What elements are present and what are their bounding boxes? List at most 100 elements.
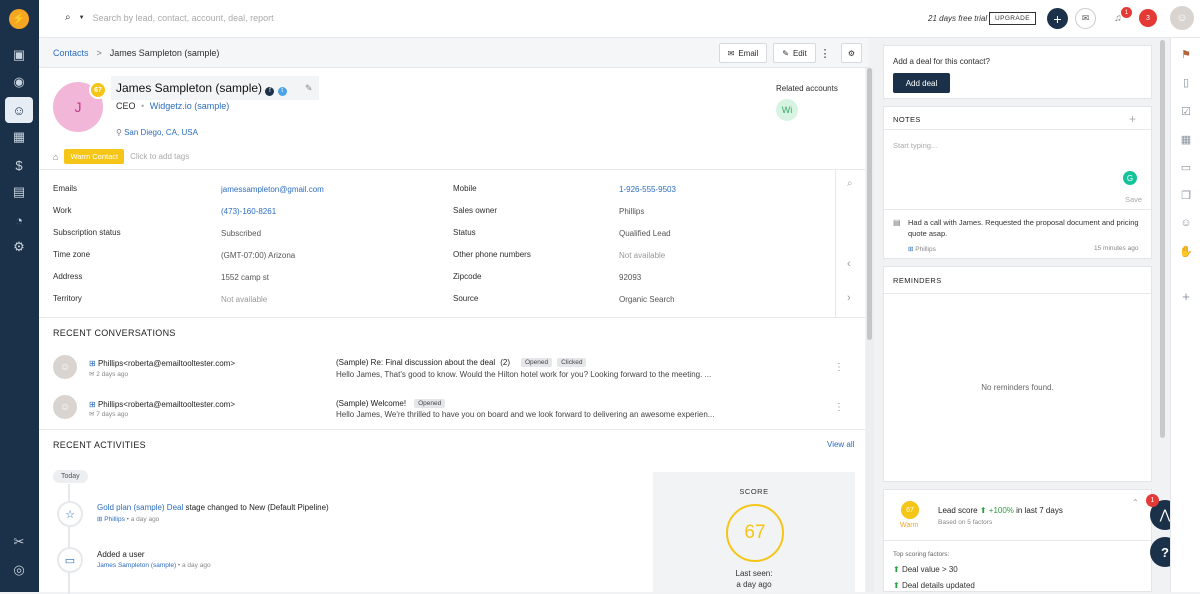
activity-item: Gold plan (sample) Deal stage changed to…	[97, 503, 329, 512]
accounts-icon[interactable]: ▦	[5, 124, 33, 150]
search-input[interactable]: Search by lead, contact, account, deal, …	[93, 13, 274, 23]
other-phone-value[interactable]: Not available	[619, 251, 665, 260]
trial-text: 21 days free trial	[928, 14, 988, 23]
search-fields-icon[interactable]: ⌕	[847, 178, 853, 189]
mail-icon: ✉	[89, 411, 95, 418]
mobile-value[interactable]: 1-926-555-9503	[619, 185, 676, 194]
chevron-right-icon[interactable]: ›	[847, 292, 851, 304]
user-icon: ⊞	[89, 359, 96, 368]
plus-icon[interactable]: +	[1047, 8, 1068, 29]
arrow-up-icon: ⬆	[893, 565, 900, 574]
main-scrollbar[interactable]	[866, 68, 874, 592]
arrow-up-icon: ⬆	[979, 506, 987, 515]
grammarly-icon[interactable]: G	[1123, 171, 1137, 185]
add-deal-panel: Add a deal for this contact? Add deal	[883, 45, 1152, 99]
note-text[interactable]: Had a call with James. Requested the pro…	[908, 217, 1142, 239]
zipcode-value[interactable]: 92093	[619, 273, 641, 282]
alerts-badge[interactable]: 3	[1139, 9, 1157, 27]
company-link[interactable]: Widgetz.io (sample)	[150, 101, 230, 111]
email-value[interactable]: jamessampleton@gmail.com	[221, 185, 324, 194]
hand-icon[interactable]: ✋	[1178, 243, 1194, 259]
lead-score-badge: 67	[901, 501, 919, 519]
document-icon[interactable]: ▯	[1178, 74, 1194, 90]
tags-row: ⌂ Warm Contact Click to add tags	[53, 149, 189, 164]
last-seen-value: a day ago	[736, 580, 772, 589]
facebook-icon[interactable]: f	[265, 87, 275, 96]
contact-subtitle: CEO • Widgetz.io (sample)	[116, 101, 230, 111]
mail-icon[interactable]: ✉	[1075, 8, 1096, 29]
right-icon-column: ⚑ ▯ ☑ ▦ ▭ ❐ ☺ ✋ +	[1170, 38, 1200, 592]
twitter-icon[interactable]: t	[277, 87, 287, 96]
last-seen-label: Last seen:	[735, 569, 773, 578]
add-note-plus-icon[interactable]: +	[1129, 112, 1136, 126]
mail-icon: ✉	[727, 48, 735, 58]
factor-item: ⬆ Deal value > 30	[893, 565, 958, 574]
upgrade-button[interactable]: UPGRADE	[989, 12, 1036, 25]
explore-icon[interactable]: ◎	[5, 557, 33, 583]
status-badge: Opened	[520, 358, 553, 367]
avatar: ☺	[53, 395, 77, 419]
field-label: Territory	[53, 294, 82, 303]
field-label: Address	[53, 272, 83, 281]
copy-icon[interactable]: ❐	[1178, 187, 1194, 203]
contact-main: J 67 James Sampleton (sample) f t ✎ CEO …	[39, 68, 865, 594]
subscription-value[interactable]: Subscribed	[221, 229, 261, 238]
more-options-icon[interactable]: ⋮	[816, 43, 834, 63]
score-badge: 67	[89, 81, 107, 99]
address-value[interactable]: 1552 camp st	[221, 273, 269, 282]
location[interactable]: ⚲ San Diego, CA, USA	[116, 128, 198, 137]
email-button[interactable]: ✉ Email	[719, 43, 767, 63]
search-icon[interactable]: ⌕	[65, 12, 71, 23]
global-search[interactable]: ⌕ ▼ Search by lead, contact, account, de…	[65, 12, 274, 23]
note-time: 15 minutes ago	[1094, 245, 1139, 252]
chevron-up-icon[interactable]: ⌃	[1132, 498, 1139, 507]
task-icon[interactable]: ☑	[1178, 103, 1194, 119]
territory-value[interactable]: Not available	[221, 295, 267, 304]
add-deal-button[interactable]: Add deal	[893, 73, 950, 93]
conversations-icon[interactable]: ▤	[5, 179, 33, 205]
user-settings-icon[interactable]: ☺	[1178, 215, 1194, 231]
deal-link[interactable]: Gold plan (sample) Deal	[97, 503, 183, 512]
chevron-down-icon[interactable]: ▼	[79, 15, 85, 21]
user-avatar[interactable]: ☺	[1170, 6, 1194, 30]
calendar-icon[interactable]: ▣	[5, 42, 33, 68]
flag-icon[interactable]: ⚑	[1178, 46, 1194, 62]
contacts-circle-icon[interactable]: ◉	[5, 69, 33, 95]
edit-button[interactable]: ✎ Edit	[773, 43, 816, 63]
field-label: Mobile	[453, 184, 477, 193]
folder-icon[interactable]: ▭	[1178, 159, 1194, 175]
tools-icon[interactable]: ✂	[5, 529, 33, 555]
more-options-icon[interactable]: ⋮	[834, 362, 844, 373]
work-phone-value[interactable]: (473)-160-8261	[221, 207, 276, 216]
edit-name-pencil-icon[interactable]: ✎	[305, 83, 313, 94]
contacts-icon[interactable]: ☺	[5, 97, 33, 123]
add-icon[interactable]: +	[1178, 288, 1194, 304]
view-all-link[interactable]: View all	[827, 440, 854, 449]
activity-item: Added a user	[97, 550, 145, 559]
deals-icon[interactable]: $	[5, 152, 33, 178]
chevron-left-icon[interactable]: ‹	[847, 258, 851, 270]
breadcrumb-contacts-link[interactable]: Contacts	[53, 48, 89, 58]
status-value[interactable]: Qualified Lead	[619, 229, 671, 238]
note-icon: ▤	[893, 218, 901, 227]
notes-input[interactable]: Start typing...	[893, 141, 937, 150]
calendar-icon[interactable]: ▦	[1178, 131, 1194, 147]
chevron-right-icon: >	[96, 48, 102, 58]
notes-panel: NOTES + Start typing... G Save ▤ Had a c…	[883, 106, 1152, 259]
timezone-value[interactable]: (GMT-07:00) Arizona	[221, 251, 295, 260]
app-logo-icon[interactable]: ⚡	[9, 9, 29, 29]
settings-gear-icon[interactable]: ⚙	[841, 43, 862, 63]
save-button[interactable]: Save	[1125, 195, 1142, 204]
related-account-avatar[interactable]: Wi	[776, 99, 798, 121]
user-icon: ⊞	[908, 246, 914, 253]
reports-icon[interactable]: ◔	[5, 207, 33, 233]
location-pin-icon: ⚲	[116, 128, 122, 137]
settings-icon[interactable]: ⚙	[5, 234, 33, 260]
warm-contact-tag[interactable]: Warm Contact	[64, 149, 125, 164]
notes-title: NOTES	[893, 115, 921, 124]
add-tags-hint[interactable]: Click to add tags	[130, 152, 189, 161]
sales-owner-value[interactable]: Phillips	[619, 207, 644, 216]
contact-name[interactable]: James Sampleton (sample) f t	[116, 81, 287, 96]
source-value[interactable]: Organic Search	[619, 295, 675, 304]
more-options-icon[interactable]: ⋮	[834, 402, 844, 413]
